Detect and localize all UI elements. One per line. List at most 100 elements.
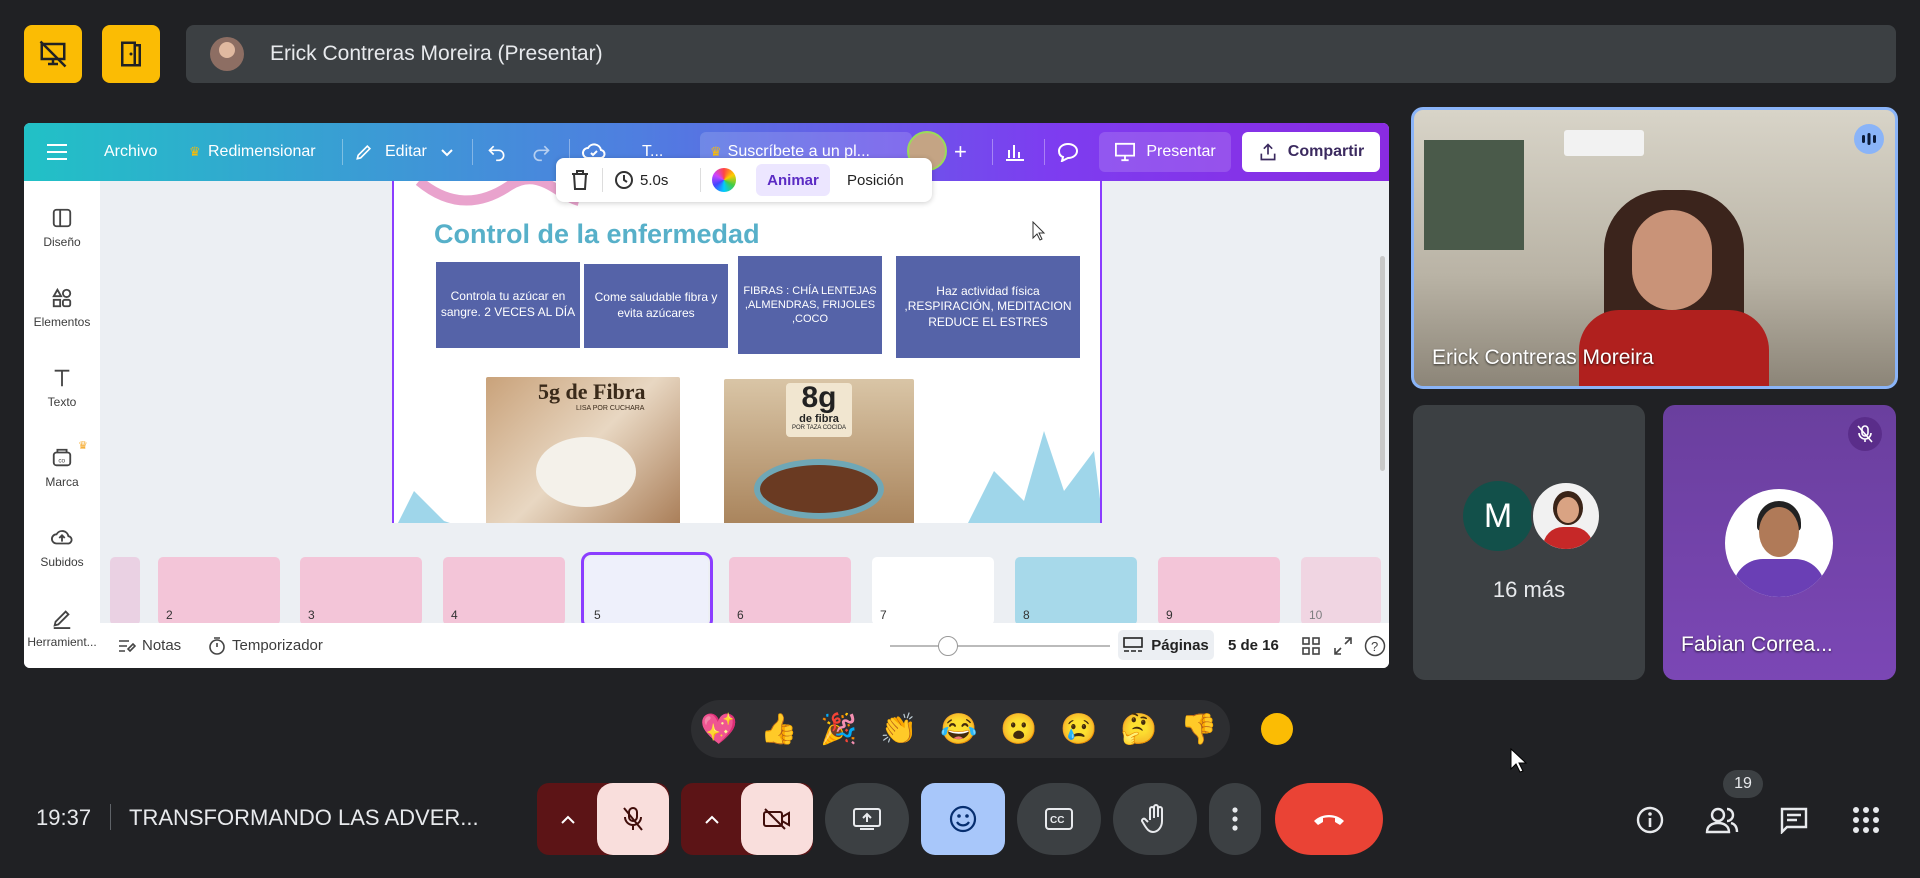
reaction-sad[interactable]: 😢 [1059,710,1099,750]
sidebar-item-subidos[interactable]: Subidos [24,527,100,569]
sidebar-item-label: Subidos [40,555,84,569]
skin-tone-picker[interactable] [1261,713,1293,745]
archivo-menu[interactable]: Archivo [104,123,157,181]
analytics-icon[interactable] [1004,123,1026,181]
notes-icon [119,639,136,652]
present-button[interactable]: Presentar [1099,132,1231,172]
door-button[interactable] [102,25,160,83]
animate-button[interactable]: Animar [756,164,830,196]
thumbnail-partial[interactable] [110,557,140,625]
more-options-button[interactable] [1209,783,1261,855]
sidebar-item-elementos[interactable]: Elementos [24,287,100,329]
presenter-avatar [210,37,244,71]
hand-icon [1141,804,1163,834]
present-screen-button[interactable] [825,783,909,855]
sidebar-item-texto[interactable]: Texto [24,367,100,409]
comment-icon[interactable] [1057,123,1079,181]
thumbnail-page-2[interactable]: 2 [158,557,280,625]
participant-tile-more[interactable]: M 16 más [1413,405,1645,680]
svg-text:co: co [58,458,65,465]
mic-toggle-button[interactable] [597,783,669,855]
reaction-laugh[interactable]: 😂 [939,710,979,750]
sidebar-item-marca[interactable]: co Marca [24,447,100,489]
present-label: Presentar [1146,143,1216,160]
chat-icon[interactable] [1774,800,1814,840]
captions-button[interactable]: CC [1017,783,1101,855]
presenter-bar[interactable]: Erick Contreras Moreira (Presentar) [186,25,1896,83]
upload-icon [1260,143,1276,161]
zoom-slider-handle[interactable] [938,636,958,656]
reaction-surprised[interactable]: 😮 [999,710,1039,750]
reactions-button[interactable] [921,783,1005,855]
decorative-burst-left [398,491,450,523]
zoom-slider[interactable] [890,645,1110,647]
avatar-initial: M [1463,481,1533,551]
reaction-party[interactable]: 🎉 [819,710,859,750]
chevron-down-icon[interactable] [440,123,454,181]
thumbnail-page-8[interactable]: 8 [1015,557,1137,625]
reaction-thumbs-up[interactable]: 👍 [759,710,799,750]
camera-options-button[interactable] [681,783,743,855]
participant-name: Fabian Correa... [1681,633,1833,656]
menu-icon[interactable] [46,123,68,181]
slide-5[interactable]: Control de la enfermedad Controla tu azú… [392,181,1102,523]
add-collaborator-icon[interactable]: + [954,123,967,181]
thumbnail-number: 7 [880,608,887,622]
grid-view-icon[interactable] [1302,623,1320,668]
sign-board: 8g de fibra POR TAZA COCIDA [786,383,852,437]
thumbnail-page-3[interactable]: 3 [300,557,422,625]
participant-tile-fabian[interactable]: Fabian Correa... [1663,405,1896,680]
air-conditioner [1564,130,1644,156]
raise-hand-button[interactable] [1113,783,1197,855]
activities-grid-icon[interactable] [1846,800,1886,840]
sidebar-item-label: Herramient... [27,635,97,649]
leave-call-button[interactable] [1275,783,1383,855]
redimensionar-menu[interactable]: Redimensionar [208,123,316,181]
people-icon[interactable] [1702,800,1742,840]
vertical-scrollbar[interactable] [1380,256,1385,471]
thumbnail-page-10[interactable]: 10 [1301,557,1381,625]
reaction-clap[interactable]: 👏 [879,710,919,750]
participant-tile-main[interactable]: Erick Contreras Moreira [1411,107,1898,389]
share-label: Compartir [1287,143,1365,160]
thumbnail-page-4[interactable]: 4 [443,557,565,625]
help-icon[interactable]: ? [1364,623,1386,668]
image-subcaption-2: POR TAZA COCIDA [791,425,847,431]
thumbnail-page-5[interactable]: 5 [581,552,713,630]
editar-menu[interactable]: Editar [385,123,427,181]
reaction-thumbs-down[interactable]: 👎 [1179,710,1219,750]
stop-presenting-button[interactable] [24,25,82,83]
sidebar-item-label: Elementos [33,315,91,329]
meeting-info-icon[interactable] [1630,800,1670,840]
sidebar-item-herramientas[interactable]: Herramient... [24,607,100,649]
thumbnail-page-6[interactable]: 6 [729,557,851,625]
fullscreen-icon[interactable] [1334,623,1352,668]
image-subcaption: de fibra [799,413,839,425]
redo-icon[interactable] [530,123,552,181]
thumbnail-number: 10 [1309,608,1323,622]
reaction-thinking[interactable]: 🤔 [1119,710,1159,750]
duration-label: 5.0s [640,171,669,189]
reaction-heart[interactable]: 💖 [699,710,739,750]
mic-options-button[interactable] [537,783,599,855]
notes-button[interactable]: Notas [118,623,181,668]
meeting-title[interactable]: TRANSFORMANDO LAS ADVER... [129,805,479,831]
person-face [1632,210,1712,310]
meet-window: Erick Contreras Moreira (Presentar) Arch… [0,0,1920,878]
pages-label: Páginas [1151,636,1209,654]
canva-footer: Notas Temporizador 33% Páginas 5 de 16 ? [100,623,1389,668]
thumbnail-page-9[interactable]: 9 [1158,557,1280,625]
pages-button[interactable]: Páginas [1118,630,1214,660]
sidebar-item-diseno[interactable]: Diseño [24,207,100,249]
color-wheel-icon[interactable] [712,158,736,202]
participants-count-badge: 19 [1723,770,1763,798]
undo-icon[interactable] [486,123,508,181]
canvas-area[interactable]: Control de la enfermedad Controla tu azú… [100,181,1389,523]
share-button[interactable]: Compartir [1242,132,1380,172]
duration-button[interactable]: 5.0s [614,158,668,202]
thumbnail-page-7[interactable]: 7 [872,557,994,625]
camera-toggle-button[interactable] [741,783,813,855]
position-button[interactable]: Posición [847,158,904,202]
timer-button[interactable]: Temporizador [208,623,323,668]
trash-icon[interactable] [570,158,590,202]
